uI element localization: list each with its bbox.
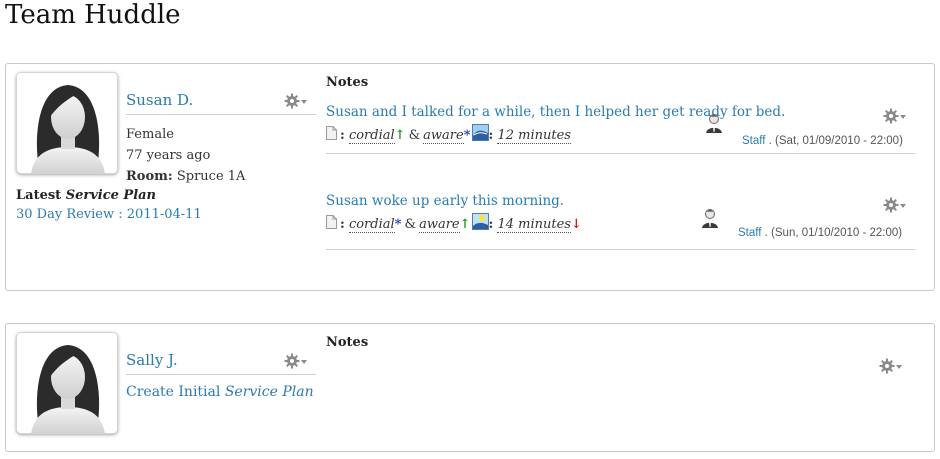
note-tag[interactable]: aware xyxy=(419,217,460,233)
star-mark-icon: * xyxy=(394,217,402,232)
create-service-plan-link[interactable]: Create Initial Service Plan xyxy=(126,384,314,400)
staff-link[interactable]: Staff xyxy=(738,227,761,239)
document-icon xyxy=(326,125,337,140)
resident-avatar xyxy=(16,332,118,434)
trend-up-icon: ↑ xyxy=(459,217,471,232)
room-label: Room: xyxy=(126,169,173,184)
note-item: Susan woke up early this morning. : cord… xyxy=(326,191,915,250)
resident-card: Susan D. Female 77 years ago Room: Spruc… xyxy=(5,63,935,291)
mood-wave-icon xyxy=(471,124,489,141)
note-timestamp: . (Sun, 01/10/2010 - 22:00) xyxy=(764,227,903,239)
star-mark-icon: * xyxy=(463,128,471,143)
note-author: Staff . (Sat, 01/09/2010 - 22:00) xyxy=(742,135,903,147)
resident-card: Sally J. Create Initial Service Plan Not… xyxy=(5,323,935,452)
plan-word: Service Plan xyxy=(65,188,157,203)
create-word: Service Plan xyxy=(224,384,314,400)
tag-separator: & xyxy=(404,217,417,232)
room-value: Spruce 1A xyxy=(176,169,246,184)
mood-sun-icon xyxy=(471,213,489,230)
resident-name-row: Susan D. xyxy=(126,90,316,115)
note-tag[interactable]: cordial xyxy=(348,217,395,233)
notes-heading: Notes xyxy=(326,335,369,350)
gear-icon[interactable] xyxy=(284,353,308,369)
create-prefix: Create Initial xyxy=(126,384,225,400)
note-tag[interactable]: aware xyxy=(423,128,464,144)
resident-details: Female 77 years ago Room: Spruce 1A xyxy=(126,124,245,187)
resident-age: 77 years ago xyxy=(126,148,211,163)
staff-avatar-icon xyxy=(705,113,723,133)
gear-icon[interactable] xyxy=(883,197,907,213)
resident-room: Room: Spruce 1A xyxy=(126,166,245,187)
note-duration[interactable]: 14 minutes xyxy=(497,217,571,233)
resident-name-link[interactable]: Susan D. xyxy=(126,91,193,109)
gear-icon[interactable] xyxy=(883,108,907,124)
document-icon xyxy=(326,214,337,229)
page-title: Team Huddle xyxy=(5,0,181,30)
service-plan-label: Latest Service Plan xyxy=(16,188,156,203)
note-item: Susan and I talked for a while, then I h… xyxy=(326,102,915,154)
note-meta: : cordial * & aware ↑ : 14 minutes ↓ xyxy=(326,213,582,233)
resident-name-row: Sally J. xyxy=(126,350,316,375)
note-meta: : cordial ↑ & aware * : 12 minutes xyxy=(326,124,571,144)
service-plan-link[interactable]: 30 Day Review : 2011-04-11 xyxy=(16,207,202,222)
gear-icon[interactable] xyxy=(284,93,308,109)
resident-avatar xyxy=(16,72,118,174)
staff-avatar-icon xyxy=(701,208,719,228)
plan-prefix: Latest xyxy=(16,188,66,203)
note-timestamp: . (Sat, 01/09/2010 - 22:00) xyxy=(768,135,903,147)
note-text-link[interactable]: Susan woke up early this morning. xyxy=(326,193,564,209)
notes-heading: Notes xyxy=(326,75,369,90)
gear-icon[interactable] xyxy=(879,358,903,374)
staff-link[interactable]: Staff xyxy=(742,135,765,147)
note-duration[interactable]: 12 minutes xyxy=(497,128,571,144)
trend-down-icon: ↓ xyxy=(570,217,582,232)
note-author: Staff . (Sun, 01/10/2010 - 22:00) xyxy=(738,227,902,239)
trend-up-icon: ↑ xyxy=(394,128,406,143)
resident-gender: Female xyxy=(126,127,174,142)
tag-separator: & xyxy=(408,128,421,143)
note-tag[interactable]: cordial xyxy=(348,128,395,144)
resident-name-link[interactable]: Sally J. xyxy=(126,351,178,369)
